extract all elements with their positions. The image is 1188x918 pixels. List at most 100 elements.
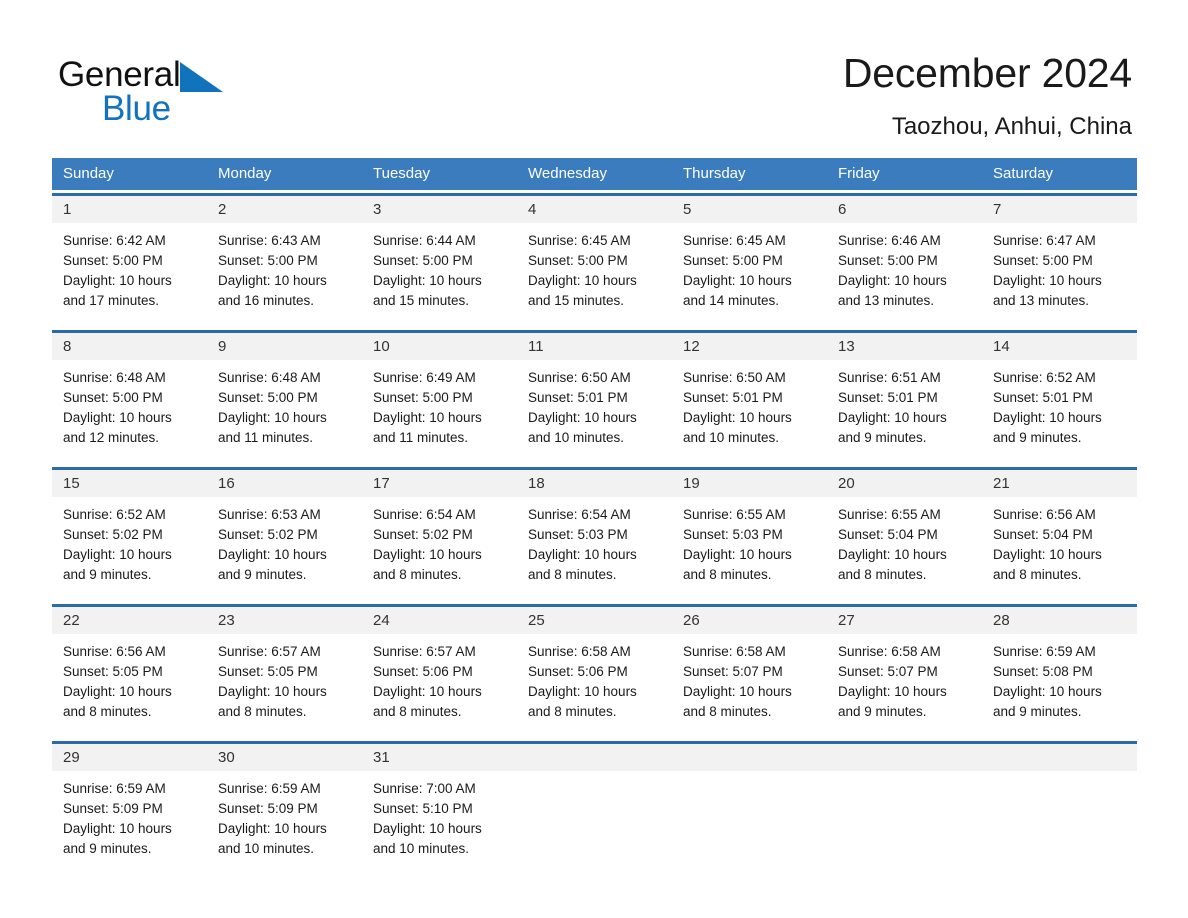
- sunrise-text: Sunrise: 6:48 AM: [218, 370, 321, 385]
- weekday-tuesday: Tuesday: [373, 165, 430, 182]
- day-cell[interactable]: 10 Sunrise: 6:49 AM Sunset: 5:00 PM Dayligh…: [362, 333, 517, 461]
- day-cell[interactable]: 28 Sunrise: 6:59 AM Sunset: 5:08 PM Dayligh…: [982, 607, 1137, 735]
- sunset-text: Sunset: 5:08 PM: [993, 664, 1093, 679]
- day-number: 9: [207, 333, 362, 360]
- week-row: 22 Sunrise: 6:56 AM Sunset: 5:05 PM Dayligh…: [52, 604, 1137, 735]
- day-info: Sunrise: 6:54 AM Sunset: 5:02 PM Daylight:…: [362, 497, 517, 585]
- day-cell[interactable]: 4 Sunrise: 6:45 AM Sunset: 5:00 PM Daylight…: [517, 196, 672, 324]
- day-cell[interactable]: 21 Sunrise: 6:56 AM Sunset: 5:04 PM Dayligh…: [982, 470, 1137, 598]
- sunrise-text: Sunrise: 6:47 AM: [993, 233, 1096, 248]
- day-cell[interactable]: 31 Sunrise: 7:00 AM Sunset: 5:10 PM Dayligh…: [362, 744, 517, 872]
- day-cell[interactable]: 25 Sunrise: 6:58 AM Sunset: 5:06 PM Dayligh…: [517, 607, 672, 735]
- day-cell[interactable]: 2 Sunrise: 6:43 AM Sunset: 5:00 PM Daylight…: [207, 196, 362, 324]
- sunrise-text: Sunrise: 6:50 AM: [528, 370, 631, 385]
- day-cell[interactable]: 7 Sunrise: 6:47 AM Sunset: 5:00 PM Daylight…: [982, 196, 1137, 324]
- sunrise-text: Sunrise: 6:57 AM: [373, 644, 476, 659]
- daylight-text-line2: and 11 minutes.: [218, 430, 314, 445]
- day-cell[interactable]: 17 Sunrise: 6:54 AM Sunset: 5:02 PM Dayligh…: [362, 470, 517, 598]
- day-info: Sunrise: 6:59 AM Sunset: 5:09 PM Daylight:…: [52, 771, 207, 859]
- day-cell[interactable]: 22 Sunrise: 6:56 AM Sunset: 5:05 PM Dayligh…: [52, 607, 207, 735]
- day-cell[interactable]: 15 Sunrise: 6:52 AM Sunset: 5:02 PM Dayligh…: [52, 470, 207, 598]
- sunrise-text: Sunrise: 6:48 AM: [63, 370, 166, 385]
- day-cell[interactable]: 30 Sunrise: 6:59 AM Sunset: 5:09 PM Dayligh…: [207, 744, 362, 872]
- day-info: Sunrise: 6:59 AM Sunset: 5:09 PM Daylight:…: [207, 771, 362, 859]
- day-number: 31: [362, 744, 517, 771]
- daylight-text-line2: and 13 minutes.: [993, 293, 1090, 308]
- day-cell[interactable]: 18 Sunrise: 6:54 AM Sunset: 5:03 PM Dayligh…: [517, 470, 672, 598]
- daylight-text-line2: and 14 minutes.: [683, 293, 780, 308]
- day-cell[interactable]: 29 Sunrise: 6:59 AM Sunset: 5:09 PM Dayligh…: [52, 744, 207, 872]
- sunset-text: Sunset: 5:01 PM: [838, 390, 938, 405]
- day-info: Sunrise: 6:53 AM Sunset: 5:02 PM Daylight:…: [207, 497, 362, 585]
- day-info: Sunrise: 6:58 AM Sunset: 5:07 PM Daylight:…: [827, 634, 982, 722]
- day-number: 21: [982, 470, 1137, 497]
- day-cell[interactable]: 13 Sunrise: 6:51 AM Sunset: 5:01 PM Dayligh…: [827, 333, 982, 461]
- day-cell-empty: [982, 744, 1137, 872]
- sunset-text: Sunset: 5:02 PM: [218, 527, 318, 542]
- day-cell[interactable]: 26 Sunrise: 6:58 AM Sunset: 5:07 PM Dayligh…: [672, 607, 827, 735]
- sunset-text: Sunset: 5:02 PM: [373, 527, 473, 542]
- day-cell[interactable]: 5 Sunrise: 6:45 AM Sunset: 5:00 PM Daylight…: [672, 196, 827, 324]
- day-number: 23: [207, 607, 362, 634]
- day-number: 5: [672, 196, 827, 223]
- daylight-text-line2: and 8 minutes.: [63, 704, 152, 719]
- week-row: 15 Sunrise: 6:52 AM Sunset: 5:02 PM Dayligh…: [52, 467, 1137, 598]
- sunset-text: Sunset: 5:00 PM: [373, 253, 473, 268]
- day-cell[interactable]: 12 Sunrise: 6:50 AM Sunset: 5:01 PM Dayligh…: [672, 333, 827, 461]
- daylight-text-line2: and 9 minutes.: [993, 430, 1082, 445]
- sunset-text: Sunset: 5:10 PM: [373, 801, 473, 816]
- sunset-text: Sunset: 5:03 PM: [683, 527, 783, 542]
- day-number: 29: [52, 744, 207, 771]
- daylight-text-line1: Daylight: 10 hours: [373, 547, 482, 562]
- daylight-text-line2: and 16 minutes.: [218, 293, 315, 308]
- daylight-text-line2: and 8 minutes.: [528, 704, 617, 719]
- title-block: December 2024 Taozhou, Anhui, China: [843, 48, 1132, 143]
- day-cell[interactable]: 1 Sunrise: 6:42 AM Sunset: 5:00 PM Daylight…: [52, 196, 207, 324]
- logo-blue-text: Blue: [102, 89, 171, 128]
- daylight-text-line1: Daylight: 10 hours: [373, 273, 482, 288]
- day-number: 4: [517, 196, 672, 223]
- day-cell[interactable]: 27 Sunrise: 6:58 AM Sunset: 5:07 PM Dayligh…: [827, 607, 982, 735]
- sunrise-text: Sunrise: 6:56 AM: [63, 644, 166, 659]
- sunrise-text: Sunrise: 6:59 AM: [993, 644, 1096, 659]
- day-number: [827, 744, 982, 771]
- sunrise-text: Sunrise: 6:46 AM: [838, 233, 941, 248]
- day-cell[interactable]: 3 Sunrise: 6:44 AM Sunset: 5:00 PM Daylight…: [362, 196, 517, 324]
- daylight-text-line1: Daylight: 10 hours: [993, 547, 1102, 562]
- daylight-text-line2: and 8 minutes.: [373, 704, 462, 719]
- daylight-text-line2: and 15 minutes.: [528, 293, 625, 308]
- weekday-thursday: Thursday: [683, 165, 746, 182]
- weekday-header-row: Sunday Monday Tuesday Wednesday Thursday…: [52, 158, 1137, 190]
- day-cell[interactable]: 11 Sunrise: 6:50 AM Sunset: 5:01 PM Dayligh…: [517, 333, 672, 461]
- sunrise-text: Sunrise: 6:55 AM: [683, 507, 786, 522]
- day-cell[interactable]: 20 Sunrise: 6:55 AM Sunset: 5:04 PM Dayligh…: [827, 470, 982, 598]
- day-info: Sunrise: 6:47 AM Sunset: 5:00 PM Daylight:…: [982, 223, 1137, 311]
- sunrise-text: Sunrise: 6:55 AM: [838, 507, 941, 522]
- daylight-text-line1: Daylight: 10 hours: [218, 273, 327, 288]
- day-cell[interactable]: 19 Sunrise: 6:55 AM Sunset: 5:03 PM Dayligh…: [672, 470, 827, 598]
- day-cell[interactable]: 16 Sunrise: 6:53 AM Sunset: 5:02 PM Dayligh…: [207, 470, 362, 598]
- day-info: Sunrise: 6:42 AM Sunset: 5:00 PM Daylight:…: [52, 223, 207, 311]
- daylight-text-line1: Daylight: 10 hours: [528, 547, 637, 562]
- day-info: Sunrise: 6:56 AM Sunset: 5:05 PM Daylight:…: [52, 634, 207, 722]
- sunset-text: Sunset: 5:00 PM: [373, 390, 473, 405]
- weekday-monday: Monday: [218, 165, 272, 182]
- logo-general-text: General: [58, 55, 181, 94]
- weekday-friday: Friday: [838, 165, 880, 182]
- day-cell[interactable]: 9 Sunrise: 6:48 AM Sunset: 5:00 PM Daylight…: [207, 333, 362, 461]
- day-info: Sunrise: 6:58 AM Sunset: 5:06 PM Daylight:…: [517, 634, 672, 722]
- sunrise-text: Sunrise: 6:54 AM: [373, 507, 476, 522]
- day-number: [672, 744, 827, 771]
- day-cell[interactable]: 24 Sunrise: 6:57 AM Sunset: 5:06 PM Dayligh…: [362, 607, 517, 735]
- day-cell[interactable]: 6 Sunrise: 6:46 AM Sunset: 5:00 PM Daylight…: [827, 196, 982, 324]
- weeks-container: 1 Sunrise: 6:42 AM Sunset: 5:00 PM Daylight…: [52, 193, 1137, 872]
- day-info: Sunrise: 6:56 AM Sunset: 5:04 PM Daylight:…: [982, 497, 1137, 585]
- day-cell[interactable]: 14 Sunrise: 6:52 AM Sunset: 5:01 PM Dayligh…: [982, 333, 1137, 461]
- day-info: Sunrise: 6:55 AM Sunset: 5:04 PM Daylight:…: [827, 497, 982, 585]
- daylight-text-line2: and 8 minutes.: [993, 567, 1082, 582]
- daylight-text-line1: Daylight: 10 hours: [218, 821, 327, 836]
- day-cell[interactable]: 8 Sunrise: 6:48 AM Sunset: 5:00 PM Daylight…: [52, 333, 207, 461]
- calendar-grid: Sunday Monday Tuesday Wednesday Thursday…: [52, 158, 1137, 872]
- day-cell[interactable]: 23 Sunrise: 6:57 AM Sunset: 5:05 PM Dayligh…: [207, 607, 362, 735]
- daylight-text-line2: and 8 minutes.: [373, 567, 462, 582]
